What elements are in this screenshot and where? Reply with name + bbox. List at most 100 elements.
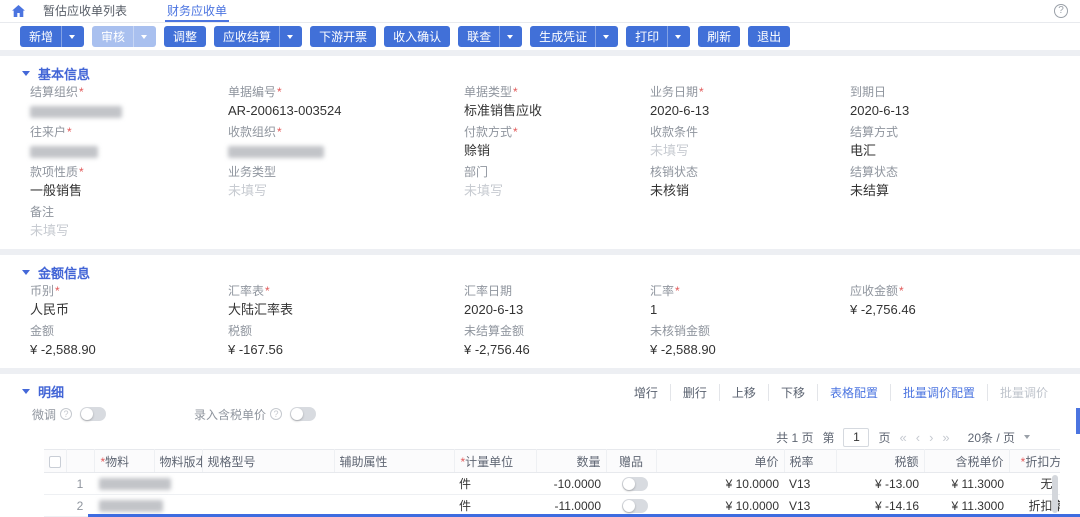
adjust-button[interactable]: 调整 bbox=[164, 26, 207, 47]
page-total: 共 1 页 bbox=[776, 430, 814, 445]
cell-aux-attribute[interactable] bbox=[334, 472, 454, 495]
select-all-checkbox[interactable] bbox=[49, 455, 61, 468]
field-label-text: 收款组织 bbox=[228, 125, 277, 139]
move-down-button[interactable]: 下移 bbox=[769, 383, 818, 401]
receivable-settle-button[interactable]: 应收结算 bbox=[214, 26, 303, 47]
cell-tax-amount[interactable]: ¥ -13.00 bbox=[836, 472, 924, 495]
delete-row-button[interactable]: 删行 bbox=[671, 383, 720, 401]
form-field: 核销状态 未核销 bbox=[650, 165, 850, 199]
field-value[interactable]: 未填写 bbox=[650, 143, 850, 159]
field-value[interactable] bbox=[30, 103, 228, 119]
toolbar: 新增 审核 调整 应收结算 下游开票 收入确认 联查 生成凭证 打印 刷新 退出 bbox=[0, 23, 1080, 50]
tax-inclusive-price-toggle[interactable] bbox=[290, 407, 317, 421]
app-window: 暂估应收单列表 财务应收单 ? 新增 审核 调整 应收结算 下游开票 收入确认 联查 生成凭证 打… bbox=[0, 0, 1080, 517]
cell-unit[interactable]: 件 bbox=[454, 472, 536, 495]
next-page-icon[interactable]: › bbox=[929, 430, 933, 445]
info-icon: ? bbox=[60, 408, 73, 420]
downstream-invoice-button[interactable]: 下游开票 bbox=[310, 26, 377, 47]
field-value[interactable]: 电汇 bbox=[850, 143, 1060, 159]
tab-estimated-receivable-list[interactable]: 暂估应收单列表 bbox=[41, 0, 129, 22]
field-value[interactable]: 2020-6-13 bbox=[650, 103, 850, 119]
button-label: 打印 bbox=[635, 30, 660, 44]
add-row-button[interactable]: 增行 bbox=[622, 383, 671, 401]
cell-spec-model[interactable] bbox=[202, 472, 334, 495]
field-value[interactable]: 标准销售应收 bbox=[464, 103, 650, 119]
field-value[interactable]: 人民币 bbox=[30, 302, 228, 318]
field-value[interactable]: ¥ -2,756.46 bbox=[464, 342, 650, 358]
page-scrollbar[interactable] bbox=[1076, 408, 1080, 434]
column-label: 单价 bbox=[754, 454, 779, 469]
page-input[interactable]: 1 bbox=[843, 427, 870, 447]
cell-tax-rate[interactable]: V13 bbox=[784, 472, 836, 495]
revenue-confirm-button[interactable]: 收入确认 bbox=[384, 26, 451, 47]
field-value[interactable]: 未填写 bbox=[464, 183, 650, 199]
chevron-down-icon bbox=[141, 34, 148, 39]
redacted-value bbox=[30, 145, 98, 158]
gift-toggle[interactable] bbox=[622, 476, 648, 491]
field-value[interactable]: 2020-6-13 bbox=[850, 103, 1060, 119]
field-label: 部门 bbox=[464, 165, 650, 179]
cell-unit-price[interactable]: ¥ 10.0000 bbox=[656, 472, 784, 495]
first-page-icon[interactable]: « bbox=[899, 430, 906, 445]
required-asterisk: * bbox=[513, 85, 518, 99]
collapse-caret-icon bbox=[22, 388, 30, 394]
field-value[interactable]: 未核销 bbox=[650, 183, 850, 199]
field-value[interactable]: AR-200613-003524 bbox=[228, 103, 464, 119]
new-button[interactable]: 新增 bbox=[20, 26, 85, 47]
field-value[interactable]: 2020-6-13 bbox=[464, 302, 650, 318]
home-icon[interactable] bbox=[12, 5, 25, 17]
tab-financial-receivable[interactable]: 财务应收单 bbox=[165, 0, 230, 22]
field-label: 收款组织* bbox=[228, 125, 464, 139]
field-value[interactable] bbox=[228, 143, 464, 159]
refresh-button[interactable]: 刷新 bbox=[698, 26, 741, 47]
prev-page-icon[interactable]: ‹ bbox=[916, 430, 920, 445]
generate-voucher-button[interactable]: 生成凭证 bbox=[530, 26, 619, 47]
field-label: 付款方式* bbox=[464, 125, 650, 139]
gift-toggle[interactable] bbox=[622, 498, 648, 513]
column-label: 赠品 bbox=[618, 454, 643, 469]
cell-material[interactable] bbox=[94, 472, 171, 495]
field-label-text: 结算方式 bbox=[850, 125, 899, 139]
field-value[interactable]: 未填写 bbox=[30, 223, 228, 239]
cell-tax-incl-price[interactable]: ¥ 11.3000 bbox=[924, 472, 1009, 495]
field-value[interactable]: ¥ -2,588.90 bbox=[650, 342, 850, 358]
field-value[interactable]: ¥ -2,588.90 bbox=[30, 342, 228, 358]
field-value[interactable]: 未填写 bbox=[228, 183, 464, 199]
field-value[interactable]: 未结算 bbox=[850, 183, 1060, 199]
amount-info-header[interactable]: 金额信息 bbox=[20, 262, 1060, 282]
column-header-unit: *计量单位 bbox=[454, 449, 537, 473]
page-size-select[interactable]: 20条 / 页 bbox=[959, 429, 1030, 446]
form-field: 汇率* 1 bbox=[650, 284, 850, 318]
field-value[interactable]: 一般销售 bbox=[30, 183, 228, 199]
table-row[interactable]: 1 件 -10.0000 ¥ 10.0000 V13 ¥ -13.00 ¥ 11.3000 无 bbox=[44, 472, 1060, 495]
form-field: 单据编号* AR-200613-003524 bbox=[228, 85, 464, 119]
linked-query-button[interactable]: 联查 bbox=[458, 26, 523, 47]
field-value[interactable]: ¥ -167.56 bbox=[228, 342, 464, 358]
field-value[interactable]: 1 bbox=[650, 302, 850, 318]
field-value[interactable] bbox=[30, 143, 228, 159]
form-field: 款项性质* 一般销售 bbox=[30, 165, 228, 199]
required-asterisk: * bbox=[675, 284, 680, 298]
field-value[interactable]: 大陆汇率表 bbox=[228, 302, 464, 318]
batch-price-config-link[interactable]: 批量调价配置 bbox=[891, 383, 988, 401]
print-button[interactable]: 打印 bbox=[626, 26, 691, 47]
last-page-icon[interactable]: » bbox=[942, 430, 949, 445]
detail-section-header[interactable]: 明细 bbox=[20, 381, 64, 401]
cell-gift[interactable] bbox=[606, 472, 656, 495]
cell-quantity[interactable]: -10.0000 bbox=[536, 472, 606, 495]
exit-button[interactable]: 退出 bbox=[748, 26, 791, 47]
fine-tune-toggle[interactable] bbox=[80, 407, 107, 421]
column-header-discount-mode: *折扣方式 bbox=[1009, 449, 1060, 473]
button-label: 退出 bbox=[757, 30, 782, 44]
form-field: 未结算金额 ¥ -2,756.46 bbox=[464, 324, 650, 358]
field-value[interactable]: ¥ -2,756.46 bbox=[850, 302, 1060, 318]
table-config-link[interactable]: 表格配置 bbox=[818, 383, 891, 401]
move-up-button[interactable]: 上移 bbox=[720, 383, 769, 401]
help-icon[interactable]: ? bbox=[1054, 4, 1068, 18]
vertical-scrollbar[interactable] bbox=[1052, 475, 1058, 513]
chevron-down-icon bbox=[507, 34, 514, 39]
button-divider bbox=[667, 26, 669, 47]
field-value[interactable]: 赊销 bbox=[464, 143, 650, 159]
form-field: 结算方式 电汇 bbox=[850, 125, 1060, 159]
basic-info-header[interactable]: 基本信息 bbox=[20, 63, 1060, 83]
